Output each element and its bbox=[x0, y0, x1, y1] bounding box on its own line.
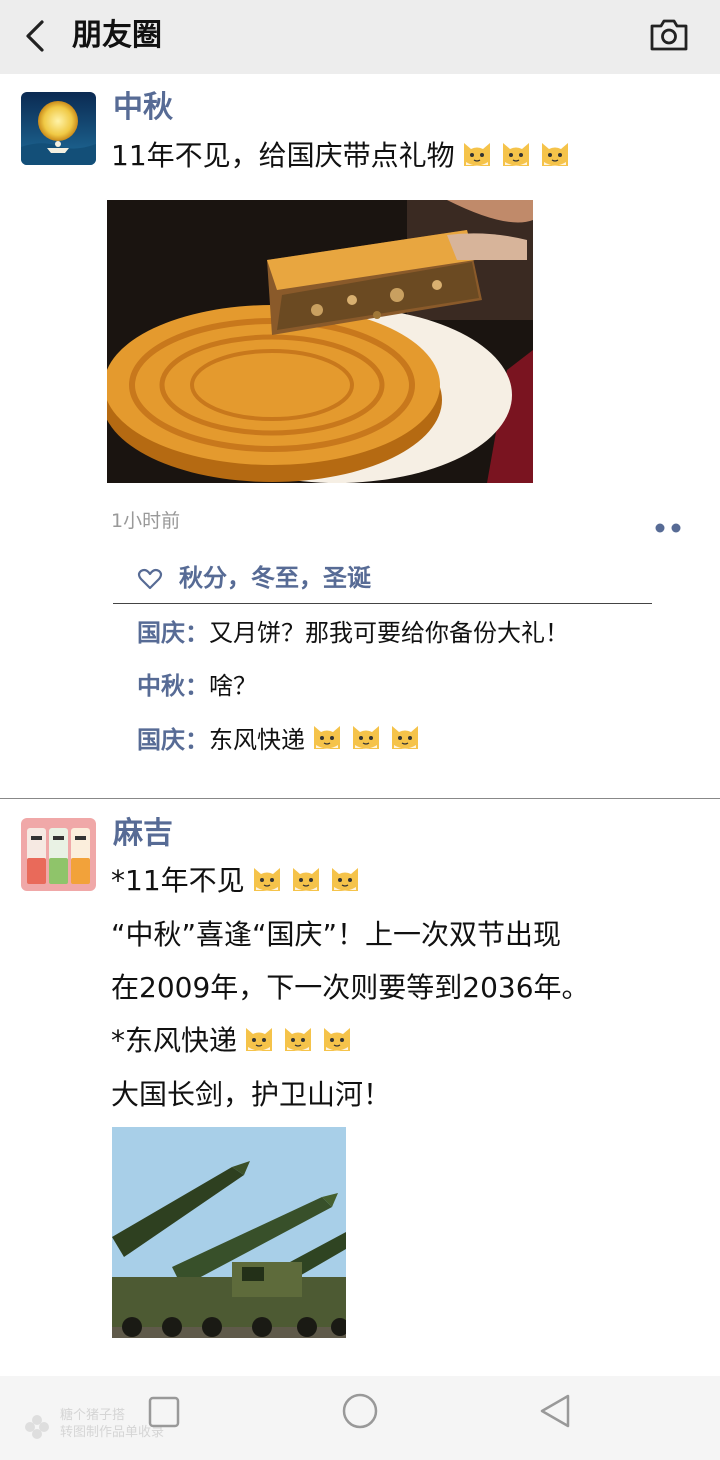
post-text-line: 大国长剑，护卫山河！ bbox=[111, 1078, 392, 1111]
post-text-line: *东风快递 bbox=[111, 1024, 238, 1057]
cat-face-emoji-icon bbox=[314, 726, 340, 749]
comment-author[interactable]: 国庆： bbox=[137, 619, 209, 647]
cat-face-emoji-icon bbox=[246, 1028, 273, 1051]
mooncake-photo[interactable] bbox=[107, 200, 533, 483]
camera-icon[interactable] bbox=[648, 16, 690, 54]
cat-face-emoji-icon bbox=[392, 726, 418, 749]
comment-text: 啥？ bbox=[209, 672, 257, 700]
comment-row[interactable]: 国庆：东风快递 bbox=[137, 719, 422, 757]
comment-author[interactable]: 中秋： bbox=[137, 672, 209, 700]
triangle-back-icon[interactable] bbox=[538, 1393, 572, 1429]
flower-logo-icon bbox=[25, 1415, 49, 1439]
comment-author[interactable]: 国庆： bbox=[137, 726, 209, 754]
system-nav-bar: 糖个猪子搭 转图制作品单收录 bbox=[0, 1376, 720, 1460]
post-time: 1小时前 bbox=[111, 510, 181, 532]
avatar[interactable] bbox=[21, 92, 96, 165]
cat-face-emoji-icon bbox=[285, 1028, 312, 1051]
cat-face-emoji-icon bbox=[253, 868, 280, 891]
author-name[interactable]: 中秋 bbox=[113, 88, 173, 128]
post-text-line: 11年不见，给国庆带点礼物 bbox=[111, 139, 455, 172]
comment-row[interactable]: 国庆：又月饼？那我可要给你备份大礼！ bbox=[137, 616, 569, 650]
avatar[interactable] bbox=[21, 818, 96, 891]
cat-face-emoji-icon bbox=[324, 1028, 351, 1051]
like-names[interactable]: 秋分，冬至，圣诞 bbox=[179, 560, 371, 596]
post-text-line: 在2009年，下一次则要等到2036年。 bbox=[111, 971, 590, 1004]
author-name[interactable]: 麻吉 bbox=[113, 814, 173, 854]
post-text: *东风快递 bbox=[111, 1021, 354, 1061]
cat-face-emoji-icon bbox=[502, 143, 529, 166]
post-text: 11年不见，给国庆带点礼物 bbox=[111, 136, 572, 176]
chevron-left-icon[interactable] bbox=[18, 18, 54, 54]
post-text-line: “中秋”喜逢“国庆”！上一次双节出现 bbox=[111, 918, 562, 951]
cat-face-emoji-icon bbox=[541, 143, 568, 166]
likes-row: 秋分，冬至，圣诞 bbox=[113, 558, 652, 604]
comment-row[interactable]: 中秋：啥？ bbox=[137, 669, 257, 703]
top-bar: 朋友圈 bbox=[0, 0, 720, 74]
more-options-icon[interactable] bbox=[652, 522, 684, 534]
post-text-line: *11年不见 bbox=[111, 864, 245, 897]
cat-face-emoji-icon bbox=[463, 143, 490, 166]
heart-icon bbox=[137, 568, 163, 590]
circle-home-icon[interactable] bbox=[341, 1392, 379, 1430]
square-recent-icon[interactable] bbox=[148, 1396, 180, 1428]
page-title: 朋友圈 bbox=[72, 18, 162, 53]
post-divider bbox=[0, 798, 720, 799]
cat-face-emoji-icon bbox=[331, 868, 358, 891]
watermark-line: 糖个猪子搭 bbox=[60, 1408, 126, 1423]
missile-launchers-photo[interactable] bbox=[112, 1127, 346, 1338]
comment-text: 又月饼？那我可要给你备份大礼！ bbox=[209, 619, 569, 647]
cat-face-emoji-icon bbox=[292, 868, 319, 891]
post-text: *11年不见 bbox=[111, 861, 362, 901]
comment-text: 东风快递 bbox=[209, 726, 305, 754]
cat-face-emoji-icon bbox=[353, 726, 379, 749]
watermark: 糖个猪子搭 转图制作品单收录 bbox=[22, 1408, 272, 1448]
